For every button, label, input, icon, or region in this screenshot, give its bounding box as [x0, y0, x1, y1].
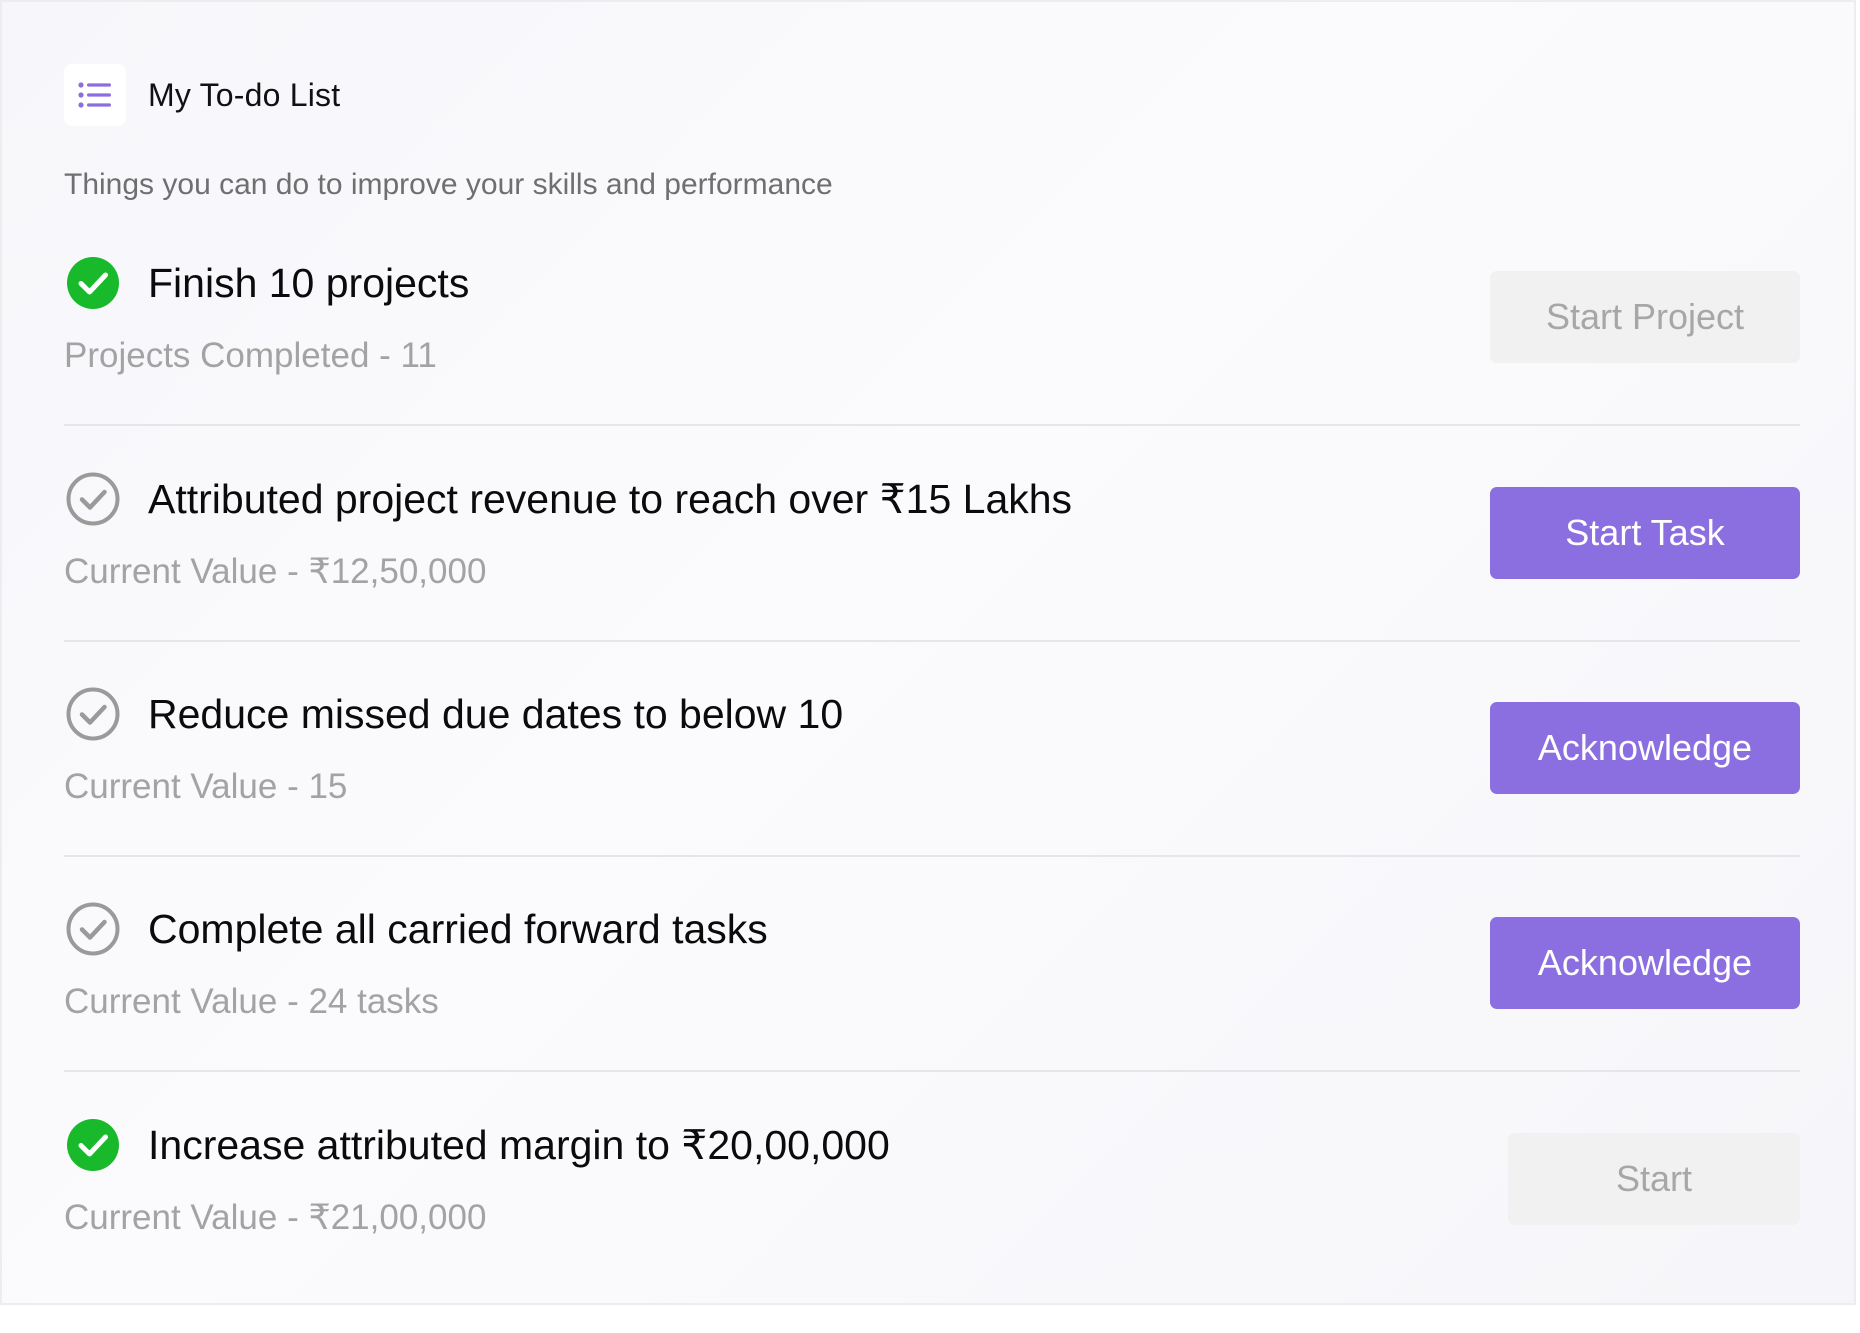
check-complete-icon — [66, 256, 120, 310]
page-title: My To-do List — [148, 76, 341, 113]
task-detail: Current Value - ₹12,50,000 — [64, 552, 487, 591]
todo-card: My To-do List Things you can do to impro… — [0, 0, 1856, 1305]
check-pending-icon — [66, 472, 120, 526]
task-detail: Projects Completed - 11 — [64, 336, 437, 375]
card-header: My To-do List — [64, 64, 340, 126]
task-title: Complete all carried forward tasks — [148, 906, 768, 952]
task-title: Increase attributed margin to ₹20,00,000 — [148, 1122, 890, 1168]
acknowledge-button[interactable]: Acknowledge — [1490, 702, 1800, 794]
task-detail: Current Value - 24 tasks — [64, 982, 439, 1021]
start-button[interactable]: Start — [1508, 1133, 1800, 1225]
task-item: Complete all carried forward tasks Curre… — [64, 902, 1800, 1117]
task-title: Finish 10 projects — [148, 260, 470, 306]
start-project-button[interactable]: Start Project — [1490, 271, 1800, 363]
task-item: Finish 10 projects Projects Completed - … — [64, 256, 1800, 471]
divider — [64, 640, 1800, 642]
start-task-button[interactable]: Start Task — [1490, 487, 1800, 579]
check-pending-icon — [66, 902, 120, 956]
page-subtitle: Things you can do to improve your skills… — [64, 168, 833, 201]
task-item: Attributed project revenue to reach over… — [64, 472, 1800, 687]
divider — [64, 1070, 1800, 1072]
check-pending-icon — [66, 687, 120, 741]
task-title: Attributed project revenue to reach over… — [148, 476, 1073, 522]
task-item: Increase attributed margin to ₹20,00,000… — [64, 1118, 1800, 1333]
acknowledge-button[interactable]: Acknowledge — [1490, 917, 1800, 1009]
task-item: Reduce missed due dates to below 10 Curr… — [64, 687, 1800, 902]
list-icon — [64, 64, 126, 126]
divider — [64, 855, 1800, 857]
task-detail: Current Value - ₹21,00,000 — [64, 1198, 487, 1237]
task-detail: Current Value - 15 — [64, 767, 348, 806]
task-title: Reduce missed due dates to below 10 — [148, 691, 844, 737]
check-complete-icon — [66, 1118, 120, 1172]
divider — [64, 424, 1800, 426]
